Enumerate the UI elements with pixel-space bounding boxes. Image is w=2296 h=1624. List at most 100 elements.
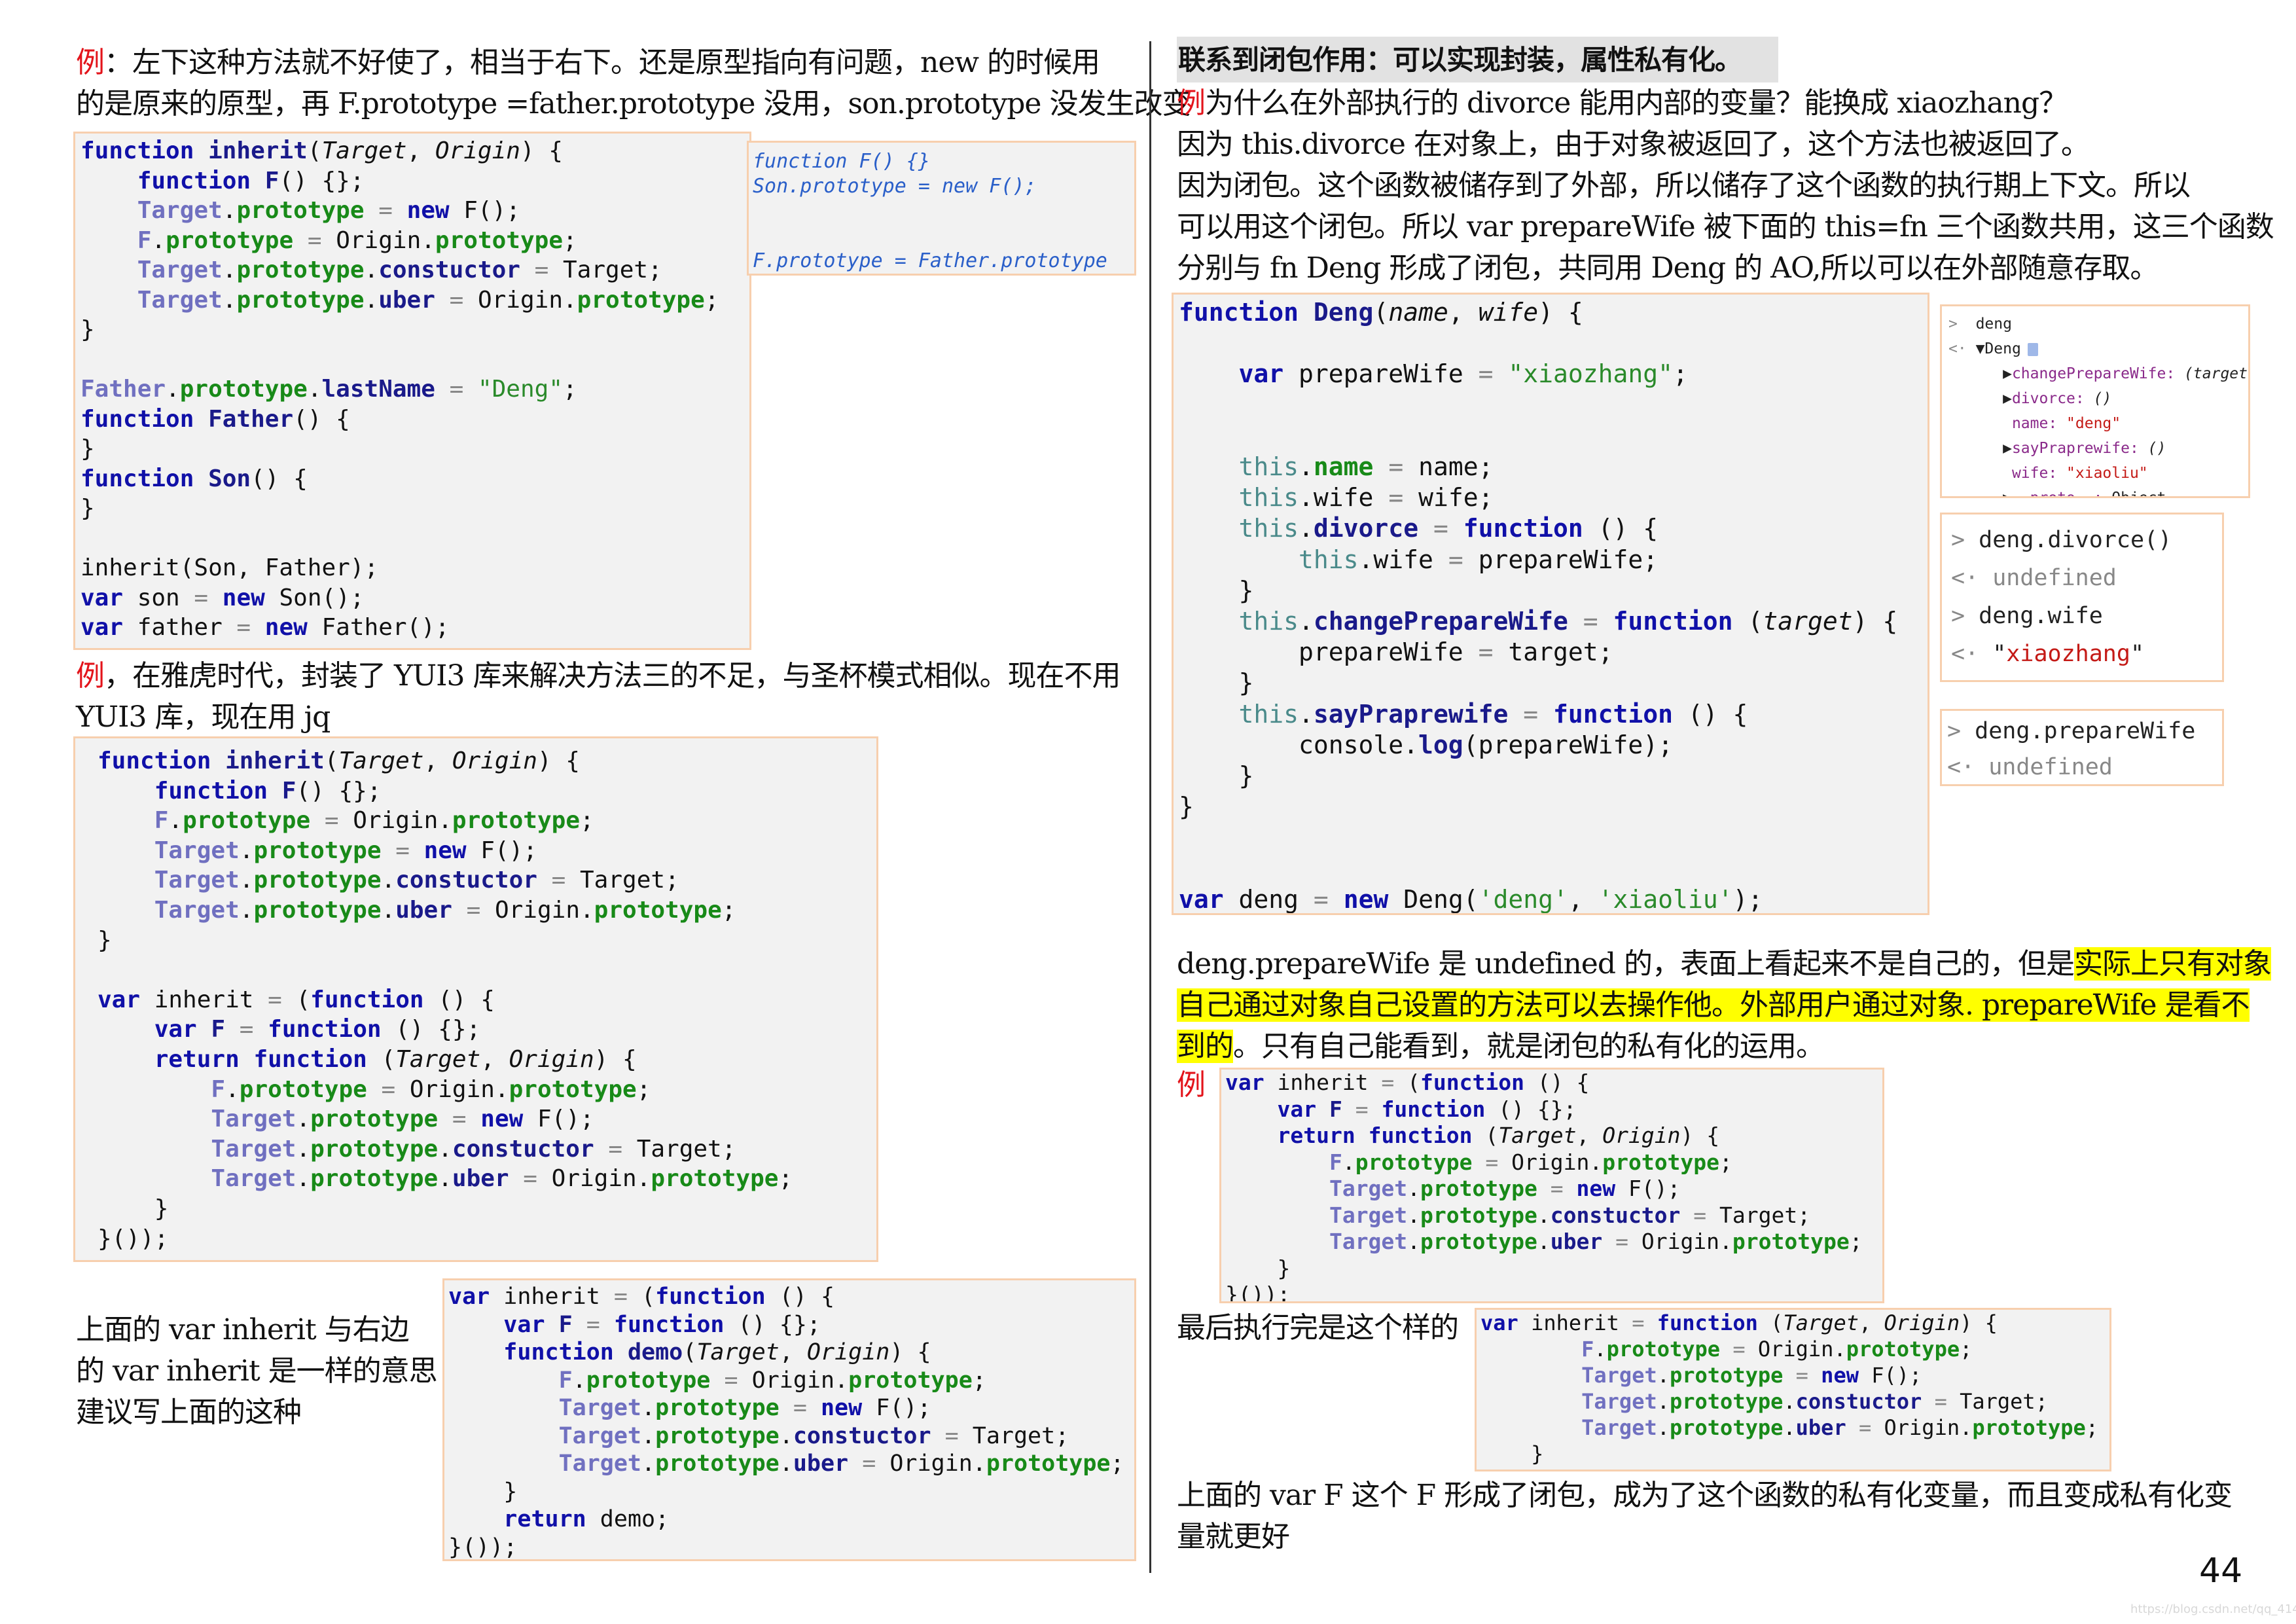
- highlighted-text: 实际上只有对象: [2074, 947, 2272, 981]
- right-para3-line1: 上面的 var F 这个 F 形成了闭包，成为了这个函数的私有化变量，而且变成私…: [1177, 1479, 2233, 1512]
- code-line: var F = function () {};: [503, 1311, 821, 1338]
- left-para2-line2: YUI3 库，现在用 jq: [76, 700, 331, 734]
- code-line: Target.prototype.constuctor = Target;: [1581, 1389, 2048, 1414]
- left-para2-line1: 例，在雅虎时代，封装了 YUI3 库来解决方法三的不足，与圣杯模式相似。现在不用: [76, 659, 1121, 693]
- code-line: var F = function () {};: [1277, 1096, 1577, 1122]
- console-input-row: > deng.divorce(): [1951, 527, 2172, 553]
- code-line: this.wife = wife;: [1238, 483, 1494, 513]
- devtools-console-preparewife: > deng.prepareWife <· undefined: [1940, 709, 2224, 786]
- code-line: this.name = name;: [1238, 452, 1494, 482]
- code-line: var inherit = function (Target, Origin) …: [1480, 1310, 1998, 1335]
- code-line: var son = new Son();: [81, 584, 365, 611]
- code-block-side-note: function F() {} Son.prototype = new F(); …: [747, 141, 1136, 276]
- code-line: var deng = new Deng('deng', 'xiaoliu');: [1179, 884, 1763, 914]
- left-note-line2: 的 var inherit 是一样的意思: [76, 1354, 438, 1388]
- code-line: return function (Target, Origin) {: [1277, 1123, 1720, 1148]
- section-heading: 联系到闭包作用：可以实现封装，属性私有化。: [1178, 44, 1742, 76]
- code-line: function Son() {: [81, 465, 308, 492]
- code-line: }: [1179, 792, 1194, 821]
- object-property-row[interactable]: ▶changePrepareWife: (target): [1948, 361, 2248, 386]
- expand-triangle-icon[interactable]: ▶: [2003, 390, 2012, 407]
- code-line: F.prototype = Origin.prototype;: [211, 1075, 651, 1103]
- code-block-yui3: function inherit(Target, Origin) { funct…: [73, 736, 878, 1262]
- code-line: Target.prototype.uber = Origin.prototype…: [1581, 1415, 2099, 1440]
- code-line: Target.prototype.uber = Origin.prototype…: [137, 286, 719, 314]
- right-para3-line2: 量就更好: [1177, 1520, 1290, 1553]
- console-output-row: <· "xiaozhang": [1951, 641, 2145, 667]
- code-line: this.divorce = function () {: [1238, 514, 1659, 543]
- code-line: Target.prototype = new F();: [1581, 1363, 1922, 1388]
- code-line: console.log(prepareWife);: [1179, 730, 1673, 759]
- code-line: function F() {};: [137, 167, 365, 194]
- code-line: }: [81, 435, 95, 462]
- expand-triangle-icon[interactable]: ▶: [2003, 365, 2012, 382]
- code-block-inherit-closure: var inherit = (function () { var F = fun…: [1219, 1068, 1884, 1303]
- return-arrow-icon: <·: [1948, 340, 1967, 357]
- console-input-row: > deng.wife: [1951, 603, 2103, 629]
- code-block-deng: function Deng(name, wife) { var prepareW…: [1172, 293, 1929, 915]
- code-line: F.prototype = Origin.prototype;: [1581, 1337, 1973, 1362]
- code-block-demo: var inherit = (function () { var F = fun…: [442, 1278, 1136, 1561]
- console-input-row: > deng: [1948, 316, 2012, 333]
- code-line: var inherit = (function () {: [98, 986, 495, 1013]
- return-arrow-icon: <·: [1951, 641, 1993, 667]
- code-line: this.wife = prepareWife;: [1299, 545, 1659, 574]
- code-line: Target.prototype = new F();: [137, 197, 520, 224]
- code-line: }());: [98, 1225, 169, 1252]
- object-property-row[interactable]: ▶divorce: (): [1948, 386, 2242, 411]
- left-note-line1: 上面的 var inherit 与右边: [76, 1313, 410, 1346]
- expand-triangle-icon[interactable]: ▶: [2003, 440, 2012, 457]
- code-line: Son.prototype = new F();: [753, 175, 1037, 198]
- code-line: Target.prototype.uber = Origin.prototype…: [1329, 1229, 1863, 1254]
- prompt-chevron-icon: >: [1947, 718, 1975, 744]
- code-line: Target.prototype.uber = Origin.prototype…: [154, 896, 736, 924]
- code-line: }: [1225, 1255, 1291, 1281]
- object-property-row[interactable]: ▶sayPraprewife: (): [1948, 436, 2242, 461]
- code-line: F.prototype = Origin.prototype;: [558, 1367, 986, 1394]
- code-line: Target.prototype = new F();: [154, 837, 537, 864]
- return-arrow-icon: <·: [1951, 565, 1993, 591]
- code-line: Target.prototype = new F();: [1329, 1176, 1681, 1201]
- code-line: F.prototype = Father.prototype: [753, 249, 1107, 272]
- code-line: return demo;: [503, 1506, 670, 1532]
- code-line: function Deng(name, wife) {: [1179, 298, 1583, 327]
- code-line: }: [98, 1195, 169, 1222]
- left-para1-line1: 例：左下这种方法就不好使了，相当于右下。还是原型指向有问题，new 的时候用: [76, 46, 1100, 79]
- code-line: }());: [1225, 1282, 1291, 1303]
- code-line: F.prototype = Origin.prototype;: [137, 226, 577, 254]
- object-property-row[interactable]: ▶__proto__: Object: [1948, 486, 2242, 496]
- console-output-row[interactable]: <· ▼Deng: [1948, 336, 2242, 361]
- object-property-row: name: "deng": [2011, 415, 2121, 432]
- info-badge-icon: [2027, 342, 2038, 356]
- code-line: }: [1179, 668, 1254, 698]
- object-property-row: wife: "xiaoliu": [2011, 465, 2148, 482]
- right-para2-line2: 自己通过对象自己设置的方法可以去操作他。外部用户通过对象. prepareWif…: [1177, 984, 2250, 1026]
- code-line: return function (Target, Origin) {: [154, 1045, 637, 1073]
- code-line: var inherit = (function () {: [1225, 1070, 1590, 1095]
- column-divider: [1149, 41, 1151, 1573]
- devtools-object-inspector: > deng <· ▼Deng ▶changePrepareWife: (targ…: [1940, 304, 2250, 498]
- code-line: }: [1480, 1441, 1544, 1466]
- code-line: F.prototype = Origin.prototype;: [1329, 1149, 1732, 1175]
- highlighted-text: 到的: [1177, 1030, 1234, 1063]
- right-para1-line1: 例为什么在外部执行的 divorce 能用内部的变量？能换成 xiaozhang…: [1177, 86, 2068, 120]
- code-line: var F = function () {};: [154, 1016, 481, 1043]
- code-line: }: [98, 926, 112, 954]
- code-line: function inherit(Target, Origin) {: [81, 137, 563, 164]
- page-number: 44: [2199, 1551, 2243, 1591]
- example-marker: 例: [1177, 1068, 1206, 1102]
- code-line: Target.prototype.constuctor = Target;: [211, 1135, 736, 1163]
- code-line: Target.prototype.constuctor = Target;: [1329, 1202, 1811, 1228]
- code-line: var prepareWife = "xiaozhang";: [1238, 359, 1688, 389]
- expand-triangle-icon[interactable]: ▶: [2003, 490, 2012, 496]
- prompt-chevron-icon: >: [1951, 527, 1979, 553]
- code-line: }: [1179, 761, 1254, 791]
- expand-triangle-icon[interactable]: ▼: [1976, 340, 1985, 357]
- devtools-console-divorce: > deng.divorce() <· undefined > deng.wife <…: [1940, 513, 2224, 682]
